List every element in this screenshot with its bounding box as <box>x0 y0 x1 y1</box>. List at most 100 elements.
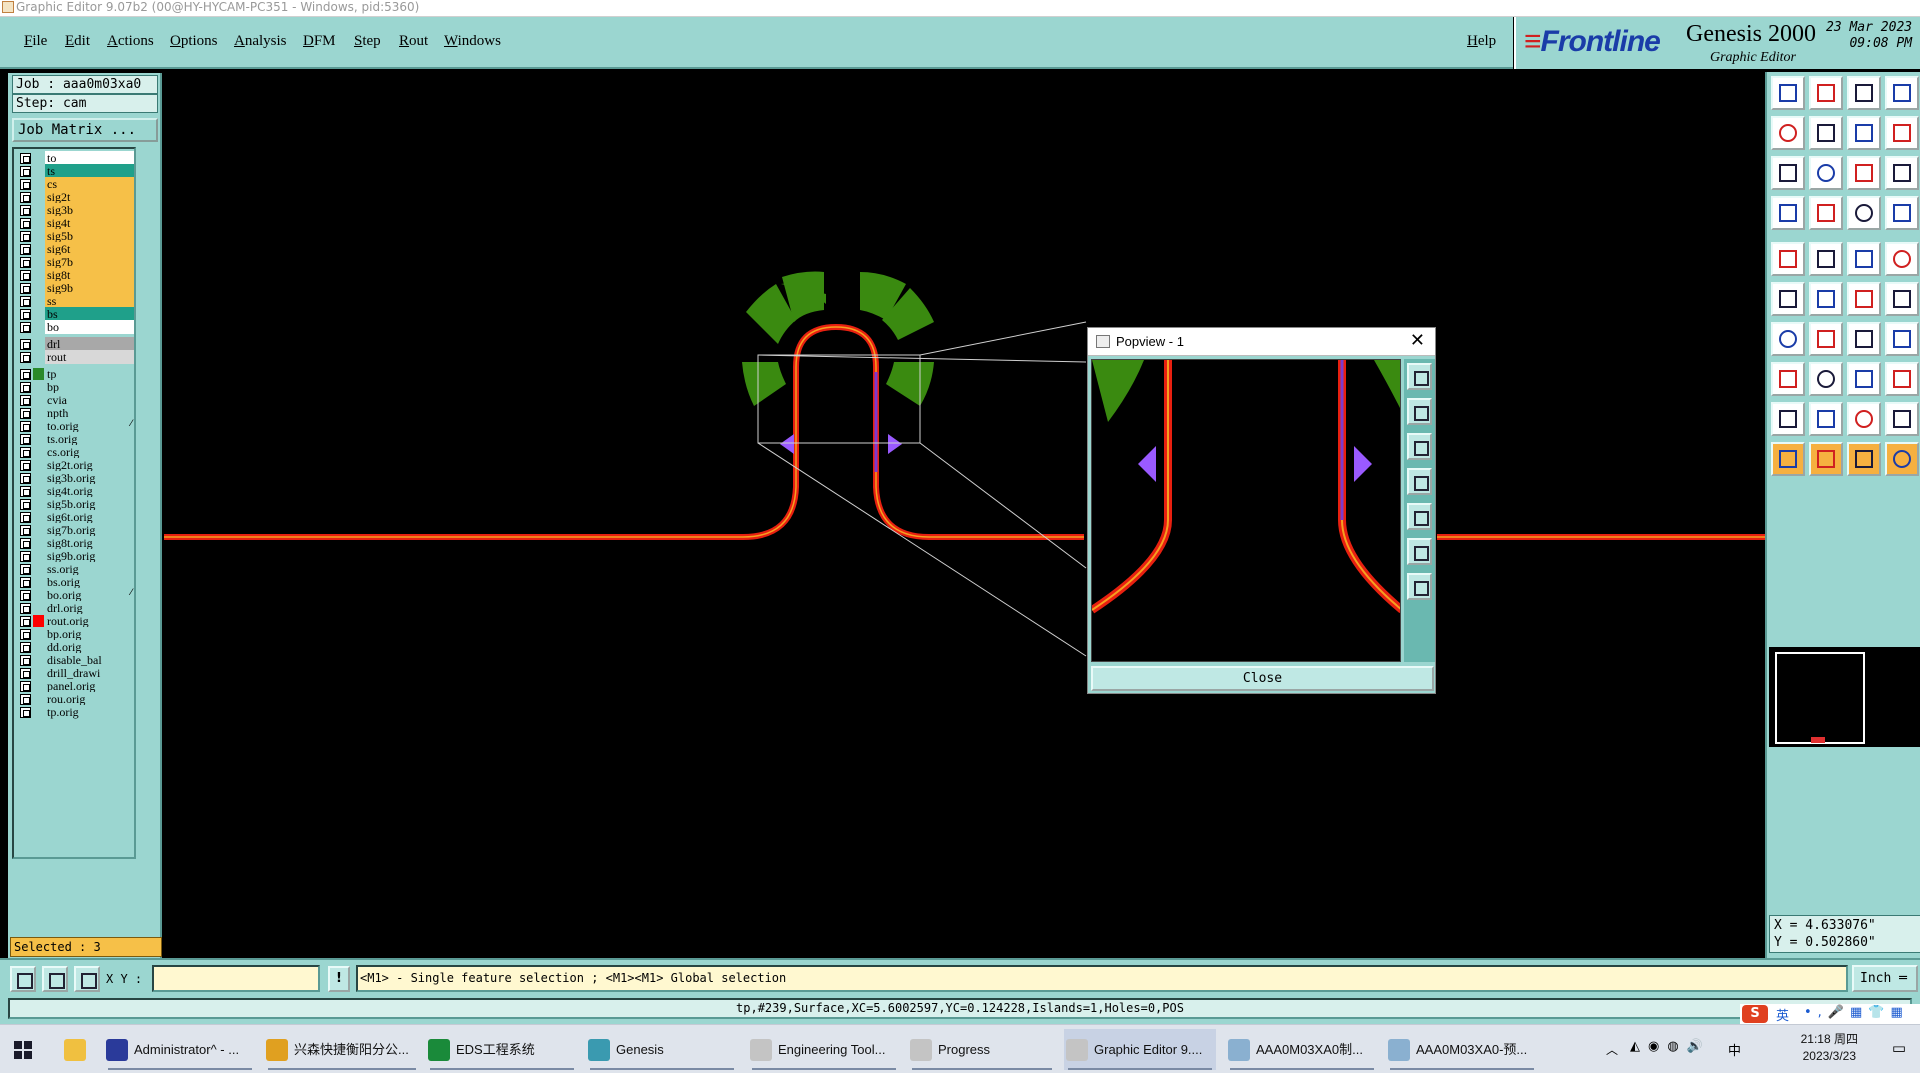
layer-checkbox[interactable] <box>20 434 31 445</box>
info-button[interactable]: ! <box>328 966 350 992</box>
layer-checkbox[interactable] <box>20 231 31 242</box>
layer-name[interactable]: cs <box>45 177 134 191</box>
layer-checkbox[interactable] <box>20 192 31 203</box>
taskbar-item[interactable]: AAA0M03XA0-预... <box>1386 1029 1538 1070</box>
prev-icon[interactable] <box>1771 116 1805 150</box>
layer-checkbox[interactable] <box>20 339 31 350</box>
pv-pan-down-icon[interactable] <box>1407 433 1432 460</box>
pv-pan-left-icon[interactable] <box>1407 468 1432 495</box>
layer-checkbox[interactable] <box>20 525 31 536</box>
layer-row[interactable]: bp <box>16 380 134 394</box>
layer-name[interactable]: sig3b.orig <box>45 471 134 485</box>
layer-row[interactable]: sig5b.orig <box>16 497 134 511</box>
layer-name[interactable]: npth <box>45 406 134 420</box>
layer-name[interactable]: tp <box>45 367 134 381</box>
line-icon[interactable] <box>1771 322 1805 356</box>
snap-icon[interactable] <box>10 966 36 992</box>
layer-row[interactable]: sig4t <box>16 216 134 230</box>
layer-row[interactable]: sig8t <box>16 268 134 282</box>
layer-checkbox[interactable] <box>20 244 31 255</box>
menu-rout[interactable]: Rout <box>399 33 428 50</box>
pv-zoom-icon[interactable] <box>1407 363 1432 390</box>
layer-checkbox[interactable] <box>20 369 31 380</box>
add-pad-icon[interactable] <box>1885 282 1919 316</box>
layer-name[interactable]: cs.orig <box>45 445 134 459</box>
layer-name[interactable]: sig4t <box>45 216 134 230</box>
select-box-icon[interactable] <box>1809 242 1843 276</box>
layer-row[interactable]: panel.orig <box>16 679 134 693</box>
layer-row[interactable]: to <box>16 151 134 165</box>
layer-row[interactable]: rout.orig <box>16 614 134 628</box>
layer-row[interactable]: sig4t.orig <box>16 484 134 498</box>
triangle3-icon[interactable] <box>1847 402 1881 436</box>
layer-checkbox[interactable] <box>20 616 31 627</box>
chevron-up-icon[interactable]: ︿ <box>1606 1041 1618 1058</box>
layer-checkbox[interactable] <box>20 218 31 229</box>
layer-checkbox[interactable] <box>20 447 31 458</box>
pv-pan-right-icon[interactable] <box>1407 503 1432 530</box>
menu-windows[interactable]: Windows <box>444 33 501 50</box>
snap2-icon[interactable] <box>1885 196 1919 230</box>
layer-name[interactable]: sig7b.orig <box>45 523 134 537</box>
notification-icon[interactable]: ▭ <box>1892 1039 1906 1057</box>
route-icon[interactable] <box>1885 442 1919 476</box>
pointer-icon[interactable] <box>1771 442 1805 476</box>
layer-name[interactable]: ts.orig <box>45 432 134 446</box>
layer-name[interactable]: sig5b.orig <box>45 497 134 511</box>
layer-name[interactable]: sig2t.orig <box>45 458 134 472</box>
taskbar-item[interactable]: Genesis <box>586 1029 738 1070</box>
layer-checkbox[interactable] <box>20 205 31 216</box>
fit-icon[interactable] <box>1847 116 1881 150</box>
ime-toolbar[interactable]: S 英 •,🎤▦👕▦ <box>1740 1004 1920 1024</box>
layer-name[interactable]: bo <box>45 320 134 334</box>
layer-row[interactable]: bs.orig <box>16 575 134 589</box>
layer-name[interactable]: sig5b <box>45 229 134 243</box>
layer-row[interactable]: sig7b <box>16 255 134 269</box>
layer-row[interactable]: drl.orig <box>16 601 134 615</box>
layer-checkbox[interactable] <box>20 395 31 406</box>
layer-checkbox[interactable] <box>20 551 31 562</box>
layer-row[interactable]: ts <box>16 164 134 178</box>
layer-name[interactable]: sig9b.orig <box>45 549 134 563</box>
ruler-icon[interactable] <box>1847 242 1881 276</box>
window-icon[interactable] <box>1885 76 1919 110</box>
graphic-canvas[interactable] <box>164 72 1765 958</box>
layer-name[interactable]: bp.orig <box>45 627 134 641</box>
layer-name[interactable]: sig7b <box>45 255 134 269</box>
menu-step[interactable]: Step <box>354 33 381 50</box>
dot-icon[interactable] <box>1885 242 1919 276</box>
layer-row[interactable]: sig6t.orig <box>16 510 134 524</box>
layer-checkbox[interactable] <box>20 577 31 588</box>
close-icon[interactable]: ✕ <box>1410 330 1425 351</box>
taskbar-item[interactable]: EDS工程系统 <box>426 1029 578 1070</box>
taskbar-item[interactable]: Progress <box>908 1029 1056 1070</box>
layer-checkbox[interactable] <box>20 408 31 419</box>
layer-name[interactable]: bo.orig <box>45 588 134 602</box>
layer-icon[interactable] <box>1885 362 1919 396</box>
layer-row[interactable]: drl <box>16 337 134 351</box>
layer-name[interactable]: rou.orig <box>45 692 134 706</box>
layer-name[interactable]: to <box>45 151 134 165</box>
layer-row[interactable]: sig9b.orig <box>16 549 134 563</box>
layer-row[interactable]: sig9b <box>16 281 134 295</box>
popview-close-button[interactable]: Close <box>1091 666 1434 691</box>
layer-row[interactable]: sig2t.orig <box>16 458 134 472</box>
layer-checkbox[interactable] <box>20 642 31 653</box>
taskbar-item[interactable]: Engineering Tool... <box>748 1029 900 1070</box>
windows-start-icon[interactable] <box>14 1041 32 1059</box>
layer-checkbox[interactable] <box>20 322 31 333</box>
layer-row[interactable]: sig6t <box>16 242 134 256</box>
layer-checkbox[interactable] <box>20 352 31 363</box>
layer-row[interactable]: cs.orig <box>16 445 134 459</box>
menu-actions[interactable]: Actions <box>107 33 154 50</box>
ime-tools-icons[interactable]: •,🎤▦👕▦ <box>1804 1005 1909 1020</box>
layer-name[interactable]: sig2t <box>45 190 134 204</box>
layer-name[interactable]: sig3b <box>45 203 134 217</box>
menu-edit[interactable]: Edit <box>65 33 90 50</box>
layer-checkbox[interactable] <box>20 668 31 679</box>
measure-icon[interactable] <box>1847 362 1881 396</box>
layer-checkbox[interactable] <box>20 603 31 614</box>
layer-row[interactable]: sig2t <box>16 190 134 204</box>
file-explorer-button[interactable] <box>62 1029 92 1070</box>
next-icon[interactable] <box>1809 116 1843 150</box>
